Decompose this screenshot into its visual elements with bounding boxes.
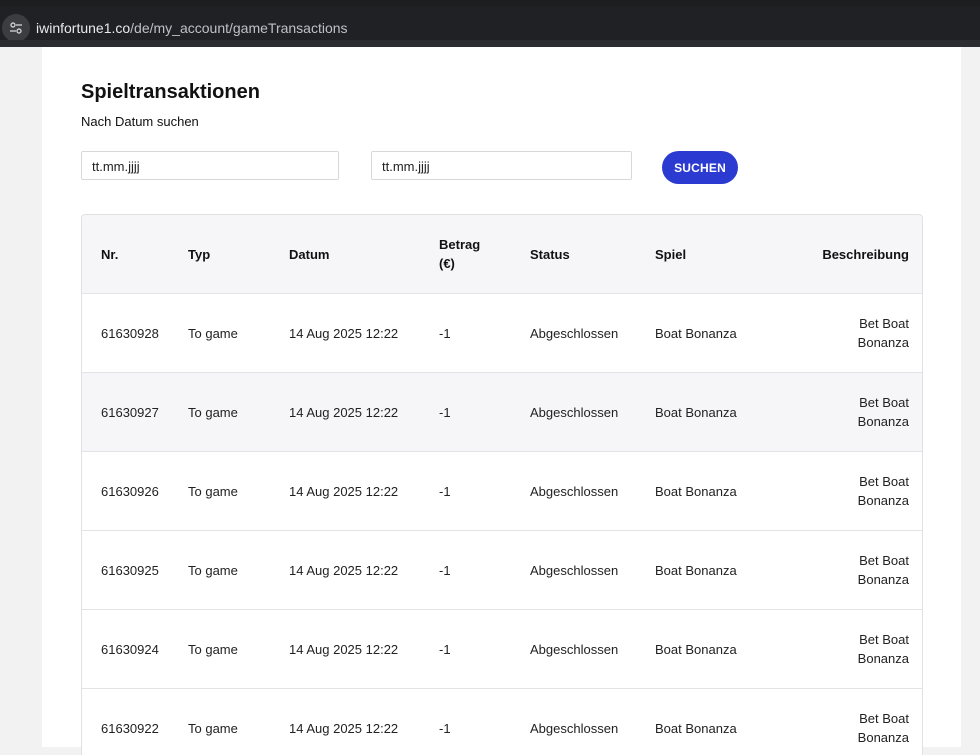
table-row: 61630926 To game 14 Aug 2025 12:22 -1 Ab… bbox=[82, 452, 922, 531]
cell-nr: 61630926 bbox=[101, 483, 159, 499]
table-header-row: Nr. Typ Datum Betrag (€) Status Spiel Be… bbox=[82, 215, 922, 294]
cell-beschreibung: Bet Boat Bonanza bbox=[857, 553, 909, 587]
cell-beschreibung: Bet Boat Bonanza bbox=[857, 474, 909, 508]
cell-typ: To game bbox=[188, 483, 238, 499]
cell-status: Abgeschlossen bbox=[530, 483, 619, 499]
cell-betrag: -1 bbox=[439, 562, 451, 578]
header-beschreibung: Beschreibung bbox=[822, 246, 909, 262]
header-typ: Typ bbox=[188, 246, 211, 262]
cell-datum: 14 Aug 2025 12:22 bbox=[289, 325, 399, 341]
cell-datum: 14 Aug 2025 12:22 bbox=[289, 404, 399, 420]
cell-spiel: Boat Bonanza bbox=[655, 720, 737, 736]
toolbar-bottom bbox=[0, 40, 980, 47]
cell-datum: 14 Aug 2025 12:22 bbox=[289, 483, 399, 499]
cell-spiel: Boat Bonanza bbox=[655, 404, 737, 420]
cell-typ: To game bbox=[188, 641, 238, 657]
cell-status: Abgeschlossen bbox=[530, 325, 619, 341]
cell-status: Abgeschlossen bbox=[530, 720, 619, 736]
cell-typ: To game bbox=[188, 325, 238, 341]
cell-beschreibung: Bet Boat Bonanza bbox=[857, 632, 909, 666]
cell-beschreibung: Bet Boat Bonanza bbox=[857, 395, 909, 429]
address-bar[interactable]: iwinfortune1.co/de/my_account/gameTransa… bbox=[0, 6, 980, 42]
cell-status: Abgeschlossen bbox=[530, 562, 619, 578]
page-title: Spieltransaktionen bbox=[81, 81, 260, 103]
browser-toolbar: iwinfortune1.co/de/my_account/gameTransa… bbox=[0, 0, 980, 47]
cell-status: Abgeschlossen bbox=[530, 404, 619, 420]
cell-typ: To game bbox=[188, 562, 238, 578]
cell-datum: 14 Aug 2025 12:22 bbox=[289, 720, 399, 736]
cell-betrag: -1 bbox=[439, 483, 451, 499]
cell-spiel: Boat Bonanza bbox=[655, 641, 737, 657]
table-row: 61630924 To game 14 Aug 2025 12:22 -1 Ab… bbox=[82, 610, 922, 689]
cell-nr: 61630924 bbox=[101, 641, 159, 657]
table-row: 61630928 To game 14 Aug 2025 12:22 -1 Ab… bbox=[82, 294, 922, 373]
cell-spiel: Boat Bonanza bbox=[655, 562, 737, 578]
cell-spiel: Boat Bonanza bbox=[655, 483, 737, 499]
cell-betrag: -1 bbox=[439, 720, 451, 736]
cell-status: Abgeschlossen bbox=[530, 641, 619, 657]
cell-spiel: Boat Bonanza bbox=[655, 325, 737, 341]
cell-datum: 14 Aug 2025 12:22 bbox=[289, 562, 399, 578]
url-host: iwinfortune1.co bbox=[36, 20, 131, 36]
cell-nr: 61630928 bbox=[101, 325, 159, 341]
table-row: 61630925 To game 14 Aug 2025 12:22 -1 Ab… bbox=[82, 531, 922, 610]
header-nr: Nr. bbox=[101, 246, 119, 262]
cell-beschreibung: Bet Boat Bonanza bbox=[857, 711, 909, 745]
table-row: 61630922 To game 14 Aug 2025 12:22 -1 Ab… bbox=[82, 689, 922, 755]
cell-datum: 14 Aug 2025 12:22 bbox=[289, 641, 399, 657]
cell-nr: 61630927 bbox=[101, 404, 159, 420]
transactions-table: Nr. Typ Datum Betrag (€) Status Spiel Be… bbox=[81, 214, 923, 755]
tune-icon[interactable] bbox=[2, 14, 30, 42]
cell-betrag: -1 bbox=[439, 325, 451, 341]
url-text[interactable]: iwinfortune1.co/de/my_account/gameTransa… bbox=[36, 20, 348, 36]
search-by-date-label: Nach Datum suchen bbox=[81, 114, 199, 129]
cell-betrag: -1 bbox=[439, 404, 451, 420]
search-button[interactable]: SUCHEN bbox=[662, 151, 738, 184]
header-betrag: Betrag (€) bbox=[439, 237, 481, 271]
cell-nr: 61630925 bbox=[101, 562, 159, 578]
header-status: Status bbox=[530, 246, 570, 262]
cell-nr: 61630922 bbox=[101, 720, 159, 736]
cell-betrag: -1 bbox=[439, 641, 451, 657]
table-row: 61630927 To game 14 Aug 2025 12:22 -1 Ab… bbox=[82, 373, 922, 452]
header-datum: Datum bbox=[289, 246, 330, 262]
transactions-card: Spieltransaktionen Nach Datum suchen tt.… bbox=[42, 47, 961, 755]
url-path: /de/my_account/gameTransactions bbox=[130, 20, 348, 36]
cell-typ: To game bbox=[188, 720, 238, 736]
cell-typ: To game bbox=[188, 404, 238, 420]
cell-beschreibung: Bet Boat Bonanza bbox=[857, 316, 909, 350]
header-spiel: Spiel bbox=[655, 246, 687, 262]
date-to-input[interactable]: tt.mm.jjjj bbox=[371, 151, 632, 180]
date-from-input[interactable]: tt.mm.jjjj bbox=[81, 151, 339, 180]
